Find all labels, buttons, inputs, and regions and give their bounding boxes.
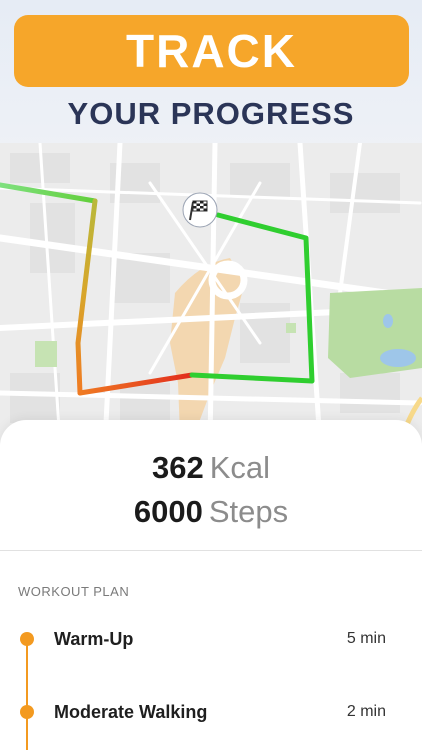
steps-value: 6000: [133, 494, 203, 529]
calories-unit: Kcal: [209, 450, 271, 485]
workout-step[interactable]: Moderate Walking 2 min: [0, 697, 422, 727]
park-pond: [380, 349, 416, 367]
banner-title: TRACK: [126, 25, 297, 77]
workout-plan-label: WORKOUT PLAN: [18, 584, 130, 599]
map-canvas: [0, 143, 422, 443]
finish-marker[interactable]: [182, 192, 218, 228]
route-map[interactable]: [0, 143, 422, 443]
park-pond-small: [383, 314, 393, 328]
workout-step-name: Warm-Up: [54, 628, 134, 649]
steps-stat: 6000 Steps: [0, 490, 422, 534]
page-subtitle: YOUR PROGRESS: [67, 96, 355, 131]
timeline-dot: [20, 632, 34, 646]
calories-stat: 362 Kcal: [0, 446, 422, 490]
track-banner: TRACK: [14, 15, 409, 87]
workout-step-duration: 2 min: [346, 703, 386, 720]
workout-step-name: Moderate Walking: [54, 701, 208, 722]
calories-value: 362: [151, 450, 204, 485]
timeline-line: [26, 639, 28, 750]
workout-step[interactable]: Warm-Up 5 min: [0, 624, 422, 654]
stats-summary: 362 Kcal 6000 Steps: [0, 446, 422, 534]
stats-card: 362 Kcal 6000 Steps WORKOUT PLAN Warm-Up 5…: [0, 420, 422, 750]
steps-unit: Steps: [208, 494, 289, 529]
workout-step-duration: 5 min: [346, 630, 386, 647]
small-green-area: [35, 341, 57, 367]
timeline-dot: [20, 705, 34, 719]
section-divider: [0, 550, 422, 551]
tiny-green-area: [286, 323, 296, 333]
